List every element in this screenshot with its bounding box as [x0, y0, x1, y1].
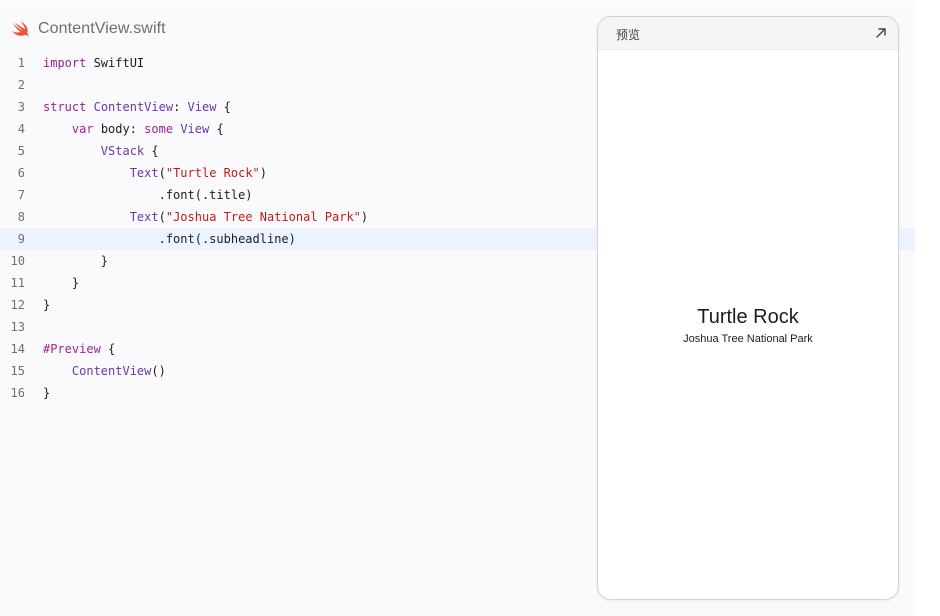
code-token: import — [43, 56, 87, 70]
code-token: ContentView — [93, 100, 174, 114]
code-token: { — [209, 122, 224, 136]
line-code: struct ContentView: View { — [43, 96, 231, 118]
code-token: View — [187, 100, 217, 114]
swift-logo-icon — [11, 21, 29, 37]
line-code: } — [43, 294, 50, 316]
line-code: #Preview { — [43, 338, 115, 360]
code-token: "Joshua Tree National Park" — [165, 210, 361, 224]
line-code: } — [43, 382, 50, 404]
line-code: VStack { — [43, 140, 159, 162]
line-number: 12 — [10, 298, 25, 312]
line-number: 13 — [10, 320, 25, 334]
code-token: ) — [259, 166, 267, 180]
line-number: 16 — [10, 386, 25, 400]
line-code: } — [43, 272, 79, 294]
expand-arrow-icon[interactable] — [874, 26, 888, 40]
code-token: VStack — [100, 144, 145, 158]
code-token: ) — [360, 210, 369, 224]
code-token: var — [71, 122, 94, 136]
line-number: 2 — [17, 78, 25, 92]
line-number: 3 — [17, 100, 25, 114]
preview-panel: 预览 Turtle Rock Joshua Tree National Park — [597, 16, 899, 600]
code-token: Text — [129, 210, 159, 224]
preview-label: 预览 — [616, 28, 641, 42]
line-code: .font(.subheadline) — [43, 228, 296, 250]
code-token: } — [43, 276, 80, 290]
line-number: 6 — [17, 166, 25, 180]
line-code: } — [43, 250, 108, 272]
code-token: ( — [158, 166, 166, 180]
preview-canvas: Turtle Rock Joshua Tree National Park — [598, 50, 898, 599]
code-token: #Preview — [43, 342, 101, 356]
filename: ContentView.swift — [38, 20, 166, 37]
line-code: Text("Joshua Tree National Park") — [43, 206, 368, 228]
code-token: struct — [43, 100, 87, 114]
code-token: : — [173, 100, 188, 114]
code-token: some — [144, 122, 174, 136]
code-token: "Turtle Rock" — [165, 166, 260, 180]
line-code: var body: some View { — [43, 118, 224, 140]
line-number: 5 — [17, 144, 25, 158]
code-token: ContentView — [71, 364, 152, 378]
code-token: SwiftUI — [86, 56, 145, 70]
code-token: } — [43, 386, 51, 400]
line-number: 14 — [10, 342, 25, 356]
line-number: 1 — [17, 56, 25, 70]
code-token: .font(.title) — [43, 188, 253, 202]
code-token: { — [144, 144, 159, 158]
line-code: .font(.title) — [43, 184, 253, 206]
line-number: 11 — [10, 276, 25, 290]
code-token: () — [151, 364, 166, 378]
preview-subtitle: Joshua Tree National Park — [683, 333, 813, 345]
code-token: View — [180, 122, 210, 136]
line-number: 9 — [17, 232, 25, 246]
line-code: import SwiftUI — [43, 52, 144, 74]
line-number: 4 — [17, 122, 25, 136]
line-number: 8 — [17, 210, 25, 224]
code-token: body: — [93, 122, 145, 136]
code-token: { — [216, 100, 231, 114]
line-code: ContentView() — [43, 360, 166, 382]
preview-toolbar: 预览 — [598, 17, 898, 50]
line-number: 10 — [10, 254, 25, 268]
code-token: .font(.subheadline) — [43, 232, 296, 246]
line-number: 15 — [10, 364, 25, 378]
file-header: ContentView.swift — [11, 18, 166, 40]
code-token: } — [43, 254, 109, 268]
code-token: ( — [158, 210, 166, 224]
code-token: Text — [129, 166, 159, 180]
code-token: { — [100, 342, 116, 356]
line-code: Text("Turtle Rock") — [43, 162, 267, 184]
code-token: } — [43, 298, 51, 312]
preview-title: Turtle Rock — [697, 306, 799, 328]
line-number: 7 — [17, 188, 25, 202]
